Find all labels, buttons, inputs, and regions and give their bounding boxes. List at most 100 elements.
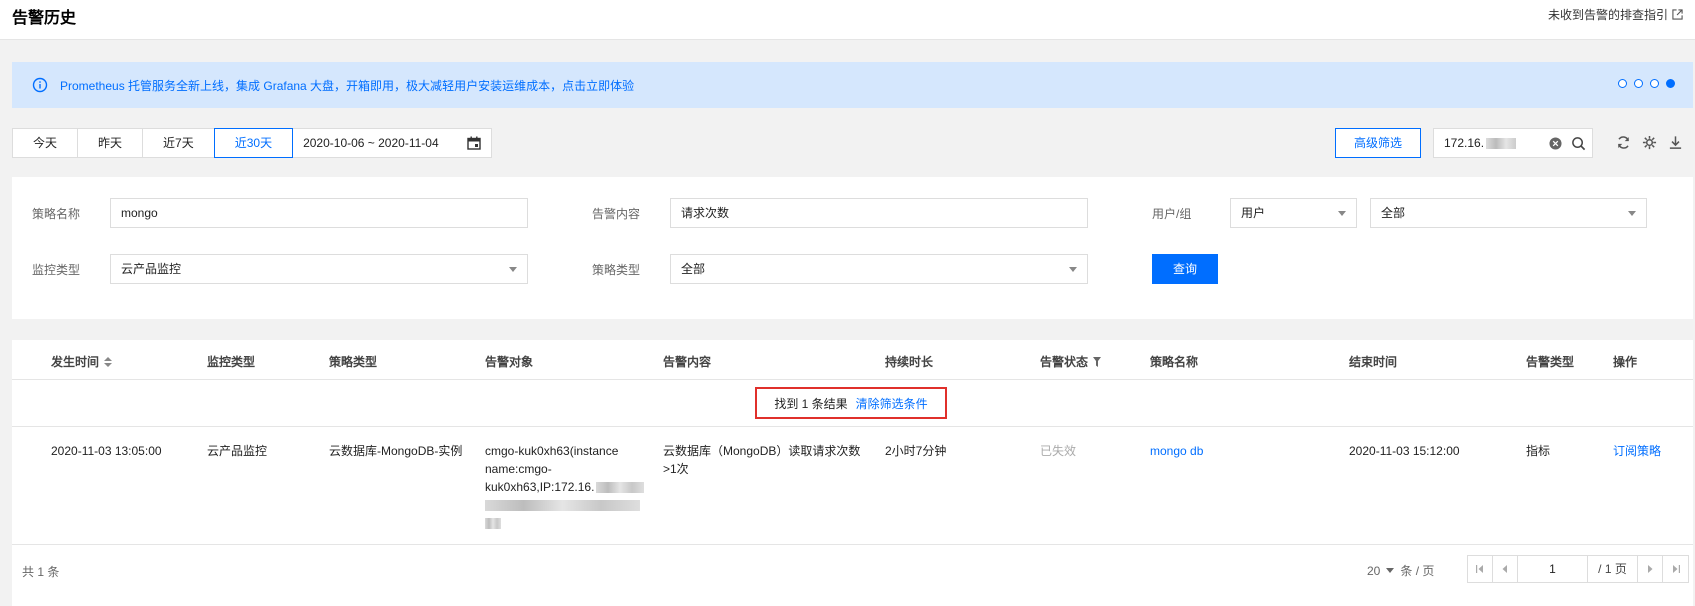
policy-name-value: mongo — [121, 206, 158, 220]
column-header-status[interactable]: 告警状态 — [1040, 353, 1102, 370]
cell-duration: 2小时7分钟 — [885, 444, 947, 458]
query-button[interactable]: 查询 — [1152, 254, 1218, 284]
subscribe-policy-link[interactable]: 订阅策略 — [1613, 442, 1661, 460]
user-group-type-value: 用户 — [1241, 206, 1266, 220]
masked-text — [1486, 138, 1517, 150]
search-input-value: 172.16. — [1444, 136, 1485, 150]
last-page-button[interactable] — [1663, 556, 1688, 582]
range-today-button[interactable]: 今天 — [12, 128, 79, 158]
cell-alarm-target: cmgo-kuk0xh63(instance name:cmgo- kuk0xh… — [485, 442, 650, 532]
alarm-content-input[interactable]: 请求次数 — [670, 198, 1088, 228]
alarm-target-ip: kuk0xh63,IP:172.16. — [485, 480, 595, 494]
next-page-icon — [1648, 565, 1653, 573]
column-header-alarm-target: 告警对象 — [485, 355, 534, 369]
total-count: 共 1 条 — [22, 565, 60, 579]
alarm-target-masked — [485, 496, 650, 514]
clear-icon[interactable] — [1549, 137, 1562, 150]
cell-monitor-type: 云产品监控 — [207, 444, 268, 458]
user-group-select[interactable]: 全部 — [1370, 198, 1647, 228]
date-range-picker[interactable]: 2020-10-06 ~ 2020-11-04 — [292, 128, 493, 158]
date-range-value: 2020-10-06 ~ 2020-11-04 — [303, 136, 439, 150]
cell-policy-type: 云数据库-MongoDB-实例 — [329, 444, 463, 458]
column-header-alarm-content: 告警内容 — [663, 355, 712, 369]
advanced-filter-button[interactable]: 高级筛选 — [1335, 128, 1421, 158]
policy-name-input[interactable]: mongo — [110, 198, 528, 228]
chevron-down-icon — [1386, 568, 1395, 573]
page-number-input[interactable]: 1 — [1518, 556, 1588, 582]
troubleshoot-guide-link[interactable]: 未收到告警的排查指引 — [1548, 6, 1683, 23]
table-footer: 共 1 条 20 条 / 页 1 / 1 页 — [12, 545, 1693, 595]
download-icon[interactable] — [1668, 135, 1683, 150]
alarm-content-line: >1次 — [663, 462, 689, 476]
alarm-history-table: 发生时间 监控类型 策略类型 告警对象 告警内容 持续时长 告警状态 策略名称 … — [12, 340, 1693, 606]
carousel-dot[interactable] — [1650, 79, 1659, 88]
next-page-button[interactable] — [1638, 556, 1663, 582]
cell-alarm-content: 云数据库（MongoDB）读取请求次数 >1次 — [663, 442, 873, 478]
alarm-target-line: name:cmgo- — [485, 462, 552, 476]
user-group-value: 全部 — [1381, 206, 1406, 220]
search-icon[interactable] — [1571, 136, 1586, 151]
result-count: 找到 1 条结果 — [774, 396, 848, 411]
clear-filters-link[interactable]: 清除筛选条件 — [856, 395, 928, 412]
user-group-type-select[interactable]: 用户 — [1230, 198, 1357, 228]
masked-text — [485, 500, 640, 512]
page-size-select[interactable]: 20 条 / 页 — [1367, 562, 1434, 579]
filter-icon[interactable] — [1093, 356, 1102, 367]
gear-icon[interactable] — [1642, 135, 1657, 150]
cell-alarm-type: 指标 — [1526, 444, 1551, 458]
monitor-type-select[interactable]: 云产品监控 — [110, 254, 528, 284]
date-range-group: 今天 昨天 近7天 近30天 2020-10-06 ~ 2020-11-04 — [12, 128, 493, 158]
filter-panel: 策略名称 mongo 告警内容 请求次数 用户/组 用户 全部 监控类型 云产品… — [12, 177, 1693, 319]
result-summary-row: 找到 1 条结果 清除筛选条件 — [12, 380, 1693, 427]
banner-carousel-dots — [1618, 79, 1675, 88]
sort-icon[interactable] — [104, 356, 113, 367]
page-size-unit: 条 / 页 — [1400, 564, 1435, 578]
monitor-type-value: 云产品监控 — [121, 262, 182, 276]
search-input[interactable]: 172.16. — [1433, 128, 1593, 158]
column-header-label: 告警状态 — [1040, 355, 1089, 369]
range-yesterday-button[interactable]: 昨天 — [77, 128, 144, 158]
carousel-dot[interactable] — [1618, 79, 1627, 88]
calendar-icon — [467, 136, 481, 150]
table-header: 发生时间 监控类型 策略类型 告警对象 告警内容 持续时长 告警状态 策略名称 … — [12, 340, 1693, 380]
cell-end-time: 2020-11-03 15:12:00 — [1349, 444, 1460, 458]
alarm-target-line: cmgo-kuk0xh63(instance — [485, 444, 619, 458]
column-header-action: 操作 — [1613, 355, 1638, 369]
info-icon — [32, 77, 48, 93]
announcement-banner: Prometheus 托管服务全新上线，集成 Grafana 大盘，开箱即用，极… — [12, 62, 1693, 108]
carousel-dot[interactable] — [1634, 79, 1643, 88]
carousel-dot-active[interactable] — [1666, 79, 1675, 88]
column-header-label: 发生时间 — [51, 355, 100, 369]
external-link-icon — [1672, 9, 1683, 20]
cell-time: 2020-11-03 13:05:00 — [51, 444, 162, 458]
refresh-icon[interactable] — [1616, 135, 1631, 150]
page-title: 告警历史 — [12, 10, 77, 27]
policy-type-value: 全部 — [681, 262, 706, 276]
masked-text — [485, 518, 501, 530]
column-header-monitor-type: 监控类型 — [207, 355, 256, 369]
column-header-duration: 持续时长 — [885, 355, 934, 369]
last-page-icon — [1672, 565, 1680, 573]
result-summary: 找到 1 条结果 清除筛选条件 — [755, 387, 947, 419]
page-size-value: 20 — [1367, 563, 1381, 578]
masked-text — [596, 482, 645, 494]
alarm-content-value: 请求次数 — [681, 206, 730, 220]
column-header-time[interactable]: 发生时间 — [51, 353, 113, 370]
alarm-target-masked — [485, 514, 650, 532]
first-page-button[interactable] — [1468, 556, 1493, 582]
alarm-content-label: 告警内容 — [592, 207, 641, 221]
pagination: 1 / 1 页 — [1467, 555, 1689, 583]
policy-name-label: 策略名称 — [32, 207, 81, 221]
page-total: / 1 页 — [1588, 556, 1638, 582]
column-header-end-time: 结束时间 — [1349, 355, 1398, 369]
alarm-content-line: 云数据库（MongoDB）读取请求次数 — [663, 444, 861, 458]
range-7days-button[interactable]: 近7天 — [142, 128, 215, 158]
prev-page-button[interactable] — [1493, 556, 1518, 582]
range-30days-button[interactable]: 近30天 — [213, 128, 294, 158]
user-group-label: 用户/组 — [1152, 207, 1192, 221]
policy-name-link[interactable]: mongo db — [1150, 442, 1203, 460]
column-header-alarm-type: 告警类型 — [1526, 355, 1575, 369]
banner-message-link[interactable]: Prometheus 托管服务全新上线，集成 Grafana 大盘，开箱即用，极… — [60, 77, 634, 94]
first-page-icon — [1476, 565, 1483, 573]
policy-type-select[interactable]: 全部 — [670, 254, 1088, 284]
